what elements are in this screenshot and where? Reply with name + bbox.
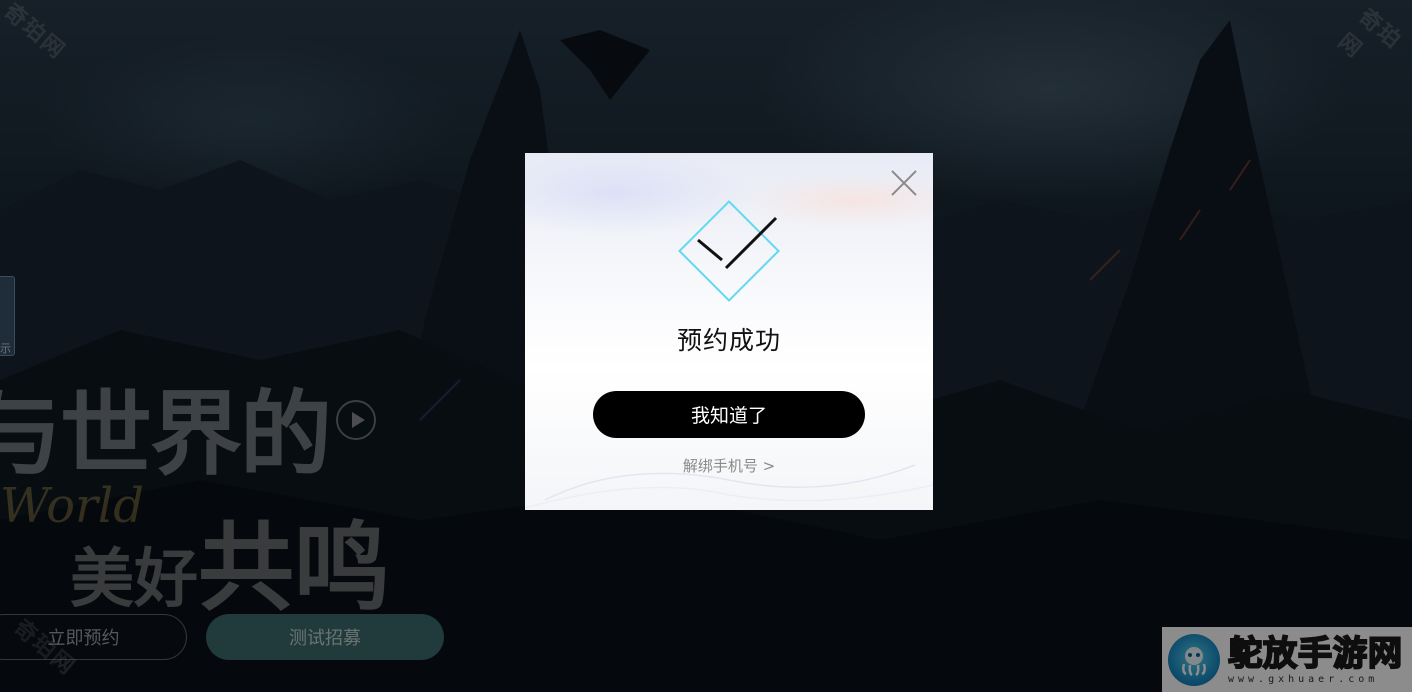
unbind-phone-link[interactable]: 解绑手机号 > bbox=[525, 455, 933, 476]
close-icon[interactable] bbox=[889, 169, 917, 197]
success-check-icon bbox=[678, 200, 780, 302]
dialog-title: 预约成功 bbox=[676, 326, 781, 355]
confirm-button[interactable]: 我知道了 bbox=[593, 391, 865, 438]
reservation-success-dialog: 预约成功 我知道了 解绑手机号 > bbox=[525, 153, 933, 510]
